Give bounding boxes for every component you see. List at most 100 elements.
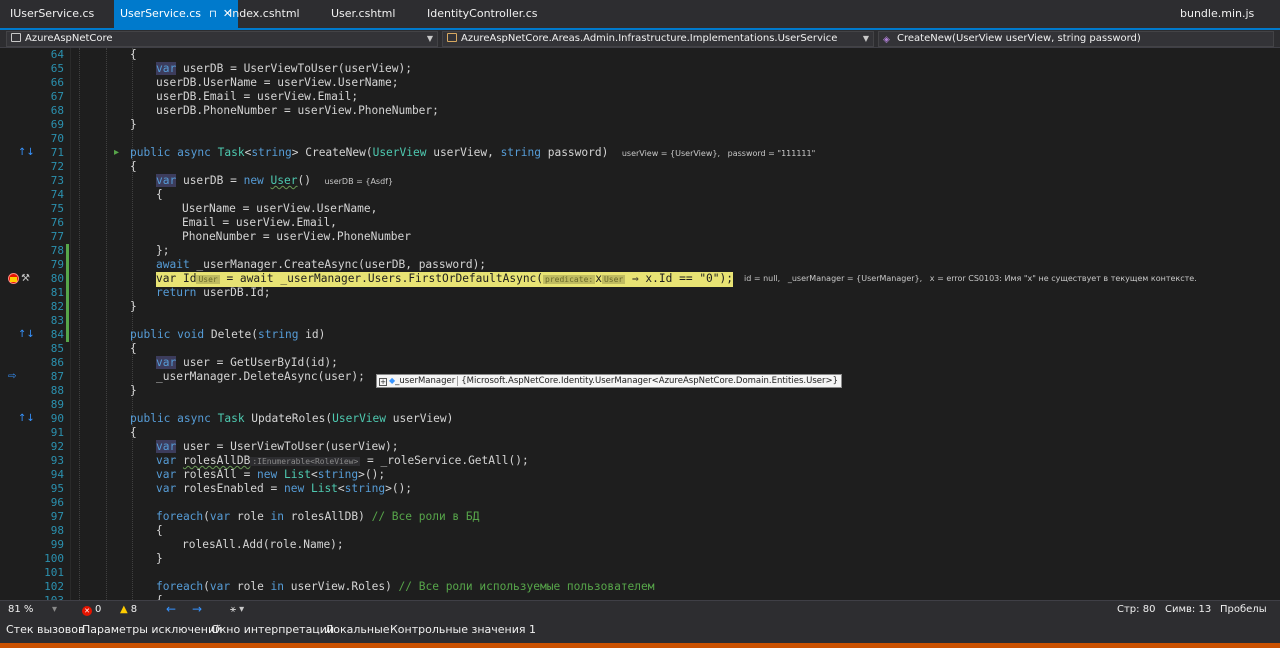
tab-identitycontroller[interactable]: IdentityController.cs <box>427 0 538 28</box>
brush-icon[interactable]: ⚹ ▾ <box>230 601 244 618</box>
code-line[interactable]: } <box>0 300 1270 314</box>
code-line[interactable]: Email = userView.Email, <box>0 216 1270 230</box>
code-text: rolesAll = <box>176 468 258 481</box>
datatip-value[interactable]: {Microsoft.AspNetCore.Identity.UserManag… <box>457 376 838 386</box>
code-text: Id <box>176 272 197 285</box>
code-line[interactable]: var user = GetUserById(id); <box>0 356 1270 370</box>
tab-exception-settings[interactable]: Параметры исключений <box>82 618 222 642</box>
tab-call-stack[interactable]: Стек вызовов <box>6 618 84 642</box>
current-statement-line[interactable]: var Id User = await _userManager.Users.Fi… <box>0 272 1270 287</box>
line-indicator[interactable]: Стр: 80 <box>1117 601 1155 618</box>
tab-iuserservice[interactable]: IUserService.cs <box>10 0 94 28</box>
expand-icon[interactable]: + <box>379 378 387 386</box>
code-line[interactable]: { <box>0 48 1270 62</box>
keyword: in <box>270 580 285 593</box>
code-line[interactable]: foreach(var role in rolesAllDB) // Все р… <box>0 510 1270 524</box>
inlay-hint: :IEnumerable<RoleView> <box>250 457 361 466</box>
member-dropdown[interactable]: ◈ CreateNew(UserView userView, string pas… <box>878 31 1274 47</box>
code-line[interactable]: var user = UserViewToUser(userView); <box>0 440 1270 454</box>
code-line[interactable]: var rolesAll = new List<string>(); <box>0 468 1270 482</box>
whitespace-indicator[interactable]: Пробелы <box>1220 601 1267 618</box>
error-icon: ✕ <box>82 606 92 616</box>
code-line[interactable]: userDB.PhoneNumber = userView.PhoneNumbe… <box>0 104 1270 118</box>
keyword: var <box>156 272 177 285</box>
code-line[interactable]: PhoneNumber = userView.PhoneNumber <box>0 230 1270 244</box>
code-line[interactable]: public async Task UpdateRoles(UserView u… <box>0 412 1270 426</box>
column-indicator[interactable]: Симв: 13 <box>1165 601 1211 618</box>
code-line[interactable]: foreach(var role in userView.Roles) // В… <box>0 580 1270 594</box>
code-line[interactable]: var rolesAllDB:IEnumerable<RoleView> = _… <box>0 454 1270 468</box>
keyword: new <box>257 468 278 481</box>
project-dropdown[interactable]: AzureAspNetCore ▼ <box>6 31 438 47</box>
code-text: >(); <box>385 482 413 495</box>
tab-immediate-window[interactable]: Окно интерпретации <box>211 618 334 642</box>
code-line[interactable]: public async Task<string> CreateNew(User… <box>0 146 1270 160</box>
tool-window-tabs: Стек вызовов Параметры исключений Окно и… <box>0 618 1280 643</box>
tab-user-cshtml[interactable]: User.cshtml <box>331 0 395 28</box>
code-text: ⇒ x.Id == <box>625 272 700 285</box>
code-line[interactable]: return userDB.Id; <box>0 286 1270 300</box>
tab-userservice[interactable]: UserService.cs ⊓ ✕ <box>114 0 239 29</box>
warning-count[interactable]: ▲ 8 <box>120 601 137 618</box>
tab-bundle-min-js[interactable]: bundle.min.js <box>1180 0 1254 28</box>
zoom-level[interactable]: 81 % <box>8 601 33 618</box>
code-text: userView) <box>386 412 454 425</box>
keyword: string <box>317 468 359 481</box>
code-text: userDB = UserViewToUser(userView); <box>176 62 412 75</box>
debug-datatip[interactable]: + ◆_userManager {Microsoft.AspNetCore.Iden… <box>376 374 842 388</box>
keyword: var <box>209 510 231 523</box>
tab-label: IUserService.cs <box>10 7 95 20</box>
code-line[interactable]: } <box>0 118 1270 132</box>
code-line[interactable]: public void Delete(string id) <box>0 328 1270 342</box>
code-line[interactable]: userDB.UserName = userView.UserName; <box>0 76 1270 90</box>
code-text: } <box>130 384 137 397</box>
code-text: { <box>130 48 137 61</box>
keyword: var <box>156 356 177 369</box>
tab-index-cshtml[interactable]: Index.cshtml <box>229 0 300 28</box>
code-line[interactable]: { <box>0 524 1270 538</box>
code-line[interactable]: var userDB = new User() userDB = {Asdf} <box>0 174 1270 188</box>
code-text: userDB.UserName = userView.UserName; <box>156 76 399 89</box>
zoom-dropdown-icon[interactable]: ▾ <box>52 601 57 618</box>
line-number-text: 89 <box>50 398 64 411</box>
code-line[interactable]: { <box>0 160 1270 174</box>
keyword: public <box>130 412 171 425</box>
navigate-forward-icon[interactable]: → <box>192 601 202 618</box>
code-editor[interactable]: ↑↓ ▸ ⚒ ↑↓ ⇨ ↑↓ 64 65 66 67 68 69 70 71 72 73 74 75 7… <box>0 48 1280 600</box>
tab-watch-1[interactable]: Контрольные значения 1 <box>390 618 536 642</box>
string-literal: "0" <box>699 272 720 285</box>
keyword: var <box>156 468 177 481</box>
code-line[interactable]: } <box>0 552 1270 566</box>
code-line[interactable]: var rolesEnabled = new List<string>(); <box>0 482 1270 496</box>
type-name: UserView <box>372 146 427 159</box>
code-line[interactable]: await _userManager.CreateAsync(userDB, p… <box>0 258 1270 272</box>
code-line[interactable]: }; <box>0 244 1270 258</box>
code-line[interactable]: { <box>0 188 1270 202</box>
code-line[interactable]: rolesAll.Add(role.Name); <box>0 538 1270 552</box>
keyword: var <box>156 62 177 75</box>
chevron-down-icon: ▼ <box>426 34 433 43</box>
keyword: foreach <box>156 510 204 523</box>
member-name: CreateNew(UserView userView, string pass… <box>897 33 1141 44</box>
code-text: user = UserViewToUser(userView); <box>176 440 399 453</box>
datatip-name: _userManager <box>395 376 456 386</box>
code-line[interactable]: userDB.Email = userView.Email; <box>0 90 1270 104</box>
code-line[interactable]: UserName = userView.UserName, <box>0 202 1270 216</box>
navigation-bar: AzureAspNetCore ▼ AzureAspNetCore.Areas.A… <box>0 30 1280 48</box>
pin-icon[interactable]: ⊓ <box>209 1 217 29</box>
line-number: 96 <box>0 496 1270 510</box>
line-number: 83 <box>0 314 1270 328</box>
navigate-back-icon[interactable]: ← <box>166 601 176 618</box>
class-dropdown[interactable]: AzureAspNetCore.Areas.Admin.Infrastructu… <box>442 31 874 47</box>
code-line[interactable]: { <box>0 426 1270 440</box>
keyword: string <box>251 146 292 159</box>
code-line[interactable]: { <box>0 342 1270 356</box>
keyword: string <box>500 146 541 159</box>
tab-locals[interactable]: Локальные <box>325 618 390 642</box>
type-name: List <box>284 468 311 481</box>
code-text: userView, <box>426 146 501 159</box>
error-count[interactable]: ✕ 0 <box>82 601 101 618</box>
code-text: { <box>156 188 163 201</box>
code-line[interactable]: var userDB = UserViewToUser(userView); <box>0 62 1270 76</box>
